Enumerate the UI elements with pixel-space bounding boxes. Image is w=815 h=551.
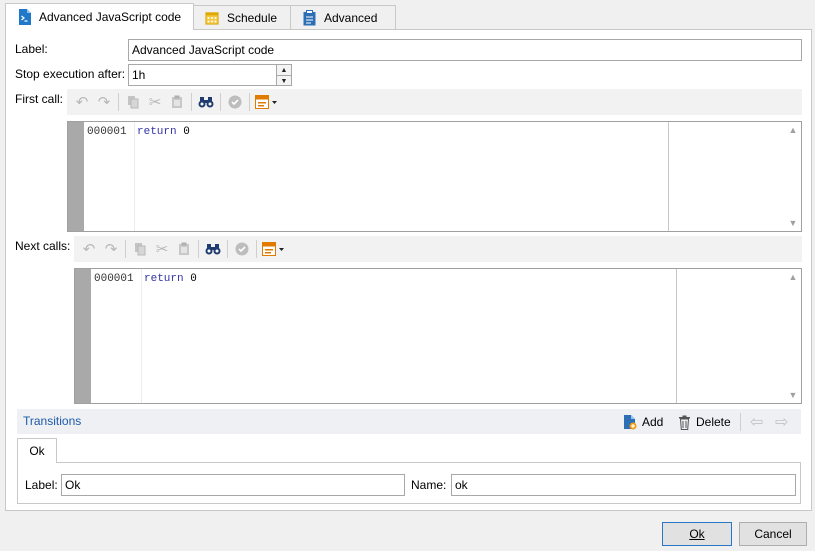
tab-label: Advanced JavaScript code [39,10,182,24]
stop-execution-spinner[interactable]: ▲ ▼ [276,64,292,86]
tab-advanced[interactable]: Advanced [290,5,396,29]
code-keyword: return [144,273,184,285]
scroll-up-icon[interactable]: ▲ [785,122,801,138]
code-value: 0 [183,126,190,138]
toolbar-separator [125,240,126,258]
first-call-editor[interactable]: 000001 return 0 ▲ ▼ [67,121,802,232]
transition-label-caption: Label: [25,478,58,492]
tab-transition-ok[interactable]: Ok [17,438,57,463]
check-syntax-icon[interactable] [231,238,253,260]
first-call-toolbar: ↶ ↷ ✂ [67,89,802,115]
spin-down-icon[interactable]: ▼ [277,76,291,86]
paste-icon[interactable] [173,238,195,260]
check-syntax-icon[interactable] [224,91,246,113]
code-line: return 0 [144,273,197,285]
move-right-icon[interactable]: ⇨ [775,412,788,432]
calendar-icon [205,10,219,26]
toolbar-separator [118,93,119,111]
undo-icon[interactable]: ↶ [78,238,100,260]
ok-button[interactable]: Ok [662,522,732,546]
editor-side-pane-divider [676,269,677,403]
tab-schedule[interactable]: Schedule [193,5,291,29]
code-line: return 0 [137,126,190,138]
code-keyword: return [137,126,177,138]
cancel-button-label: Cancel [754,527,792,541]
toolbar-separator [227,240,228,258]
editor-side-pane-divider [668,122,669,231]
script-icon [17,9,31,25]
ok-button-label: Ok [689,527,705,541]
paste-icon[interactable] [166,91,188,113]
transition-name-input[interactable]: ok [451,474,796,496]
editor-gutter [75,269,91,403]
delete-label: Delete [696,415,731,429]
transition-name-caption: Name: [411,478,447,492]
transitions-title: Transitions [23,414,82,428]
insert-field-menu-icon[interactable] [260,238,288,260]
tab-label: Ok [29,444,45,458]
copy-icon[interactable] [129,238,151,260]
tab-label: Schedule [227,10,278,25]
bar-separator [740,413,741,431]
delete-transition-button[interactable]: Delete [678,412,731,432]
stop-execution-caption: Stop execution after: [15,67,126,81]
add-transition-button[interactable]: Add [623,412,663,432]
trash-icon [678,415,691,430]
transition-label-input[interactable]: Ok [61,474,405,496]
redo-icon[interactable]: ↷ [93,91,115,113]
insert-field-menu-icon[interactable] [253,91,281,113]
next-calls-scrollbar[interactable]: ▲ ▼ [785,269,801,403]
scroll-down-icon[interactable]: ▼ [785,215,801,231]
line-number: 000001 [94,273,134,285]
toolbar-separator [249,93,250,111]
cut-icon[interactable]: ✂ [151,238,173,260]
stop-execution-input[interactable]: 1h [128,64,277,86]
cancel-button[interactable]: Cancel [739,522,807,546]
spin-up-icon[interactable]: ▲ [277,65,291,76]
toolbar-separator [256,240,257,258]
add-label: Add [642,415,664,429]
line-number-divider [141,269,142,403]
label-caption: Label: [15,42,48,56]
transitions-bar: Transitions Add Delete ⇦ ⇨ [17,409,801,434]
toolbar-separator [191,93,192,111]
tab-label: Advanced [324,10,378,25]
undo-icon[interactable]: ↶ [71,91,93,113]
next-calls-caption: Next calls: [15,239,71,253]
code-value: 0 [190,273,197,285]
label-input[interactable]: Advanced JavaScript code [128,39,802,61]
move-left-icon[interactable]: ⇦ [750,412,763,432]
line-number-divider [134,122,135,231]
find-binoculars-icon[interactable] [202,238,224,260]
add-document-icon [623,414,637,430]
clipboard-icon [302,9,316,26]
toolbar-separator [198,240,199,258]
scroll-up-icon[interactable]: ▲ [785,269,801,285]
toolbar-separator [220,93,221,111]
first-call-scrollbar[interactable]: ▲ ▼ [785,122,801,231]
copy-icon[interactable] [122,91,144,113]
cut-icon[interactable]: ✂ [144,91,166,113]
editor-gutter [68,122,84,231]
next-calls-editor[interactable]: 000001 return 0 ▲ ▼ [74,268,802,404]
tab-advanced-javascript-code[interactable]: Advanced JavaScript code [5,3,194,30]
next-calls-toolbar: ↶ ↷ ✂ [74,236,802,262]
first-call-caption: First call: [15,92,63,106]
find-binoculars-icon[interactable] [195,91,217,113]
redo-icon[interactable]: ↷ [100,238,122,260]
line-number: 000001 [87,126,127,138]
scroll-down-icon[interactable]: ▼ [785,387,801,403]
